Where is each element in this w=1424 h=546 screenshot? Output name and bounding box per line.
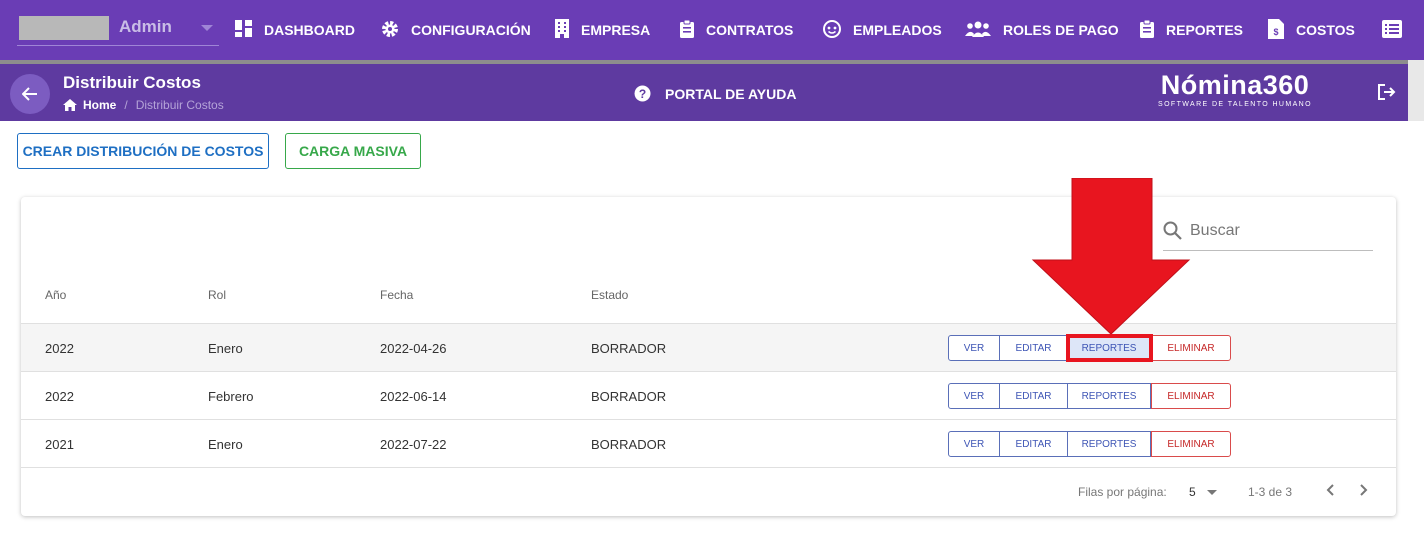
logout-button[interactable]	[1378, 84, 1396, 105]
breadcrumb-current: Distribuir Costos	[135, 98, 224, 112]
nav-item-label: CONFIGURACIÓN	[411, 22, 531, 38]
rows-per-page-select[interactable]: 5	[1189, 485, 1196, 499]
search-input[interactable]: Buscar	[1190, 222, 1240, 240]
redacted-username	[19, 16, 109, 40]
annotation-arrow-icon	[1031, 178, 1191, 335]
delete-button[interactable]: ELIMINAR	[1151, 431, 1231, 457]
home-icon	[63, 99, 77, 111]
invoice-icon: $	[1268, 18, 1284, 42]
svg-text:$: $	[1273, 27, 1278, 37]
report-icon	[1140, 19, 1154, 41]
row-actions: VER EDITAR REPORTES ELIMINAR	[948, 383, 1231, 409]
page-header: Distribuir Costos Home / Distribuir Cost…	[0, 64, 1408, 121]
brand-tagline: SOFTWARE DE TALENTO HUMANO	[1158, 101, 1312, 108]
nav-item-empresa[interactable]: EMPRESA	[555, 0, 650, 60]
nav-item-roles-de-pago[interactable]: ROLES DE PAGO	[965, 0, 1119, 60]
nav-more-button[interactable]	[1382, 0, 1402, 60]
nav-item-label: CONTRATOS	[706, 22, 794, 38]
building-icon	[555, 19, 569, 41]
nav-item-configuracion[interactable]: CONFIGURACIÓN	[381, 0, 531, 60]
brand-logo: Nómina360 SOFTWARE DE TALENTO HUMANO	[1158, 70, 1312, 108]
table-footer: Filas por página: 5 1-3 de 3	[21, 467, 1396, 516]
help-icon: ?	[634, 85, 651, 102]
face-icon	[823, 19, 841, 41]
view-button[interactable]: VER	[948, 383, 1000, 409]
group-icon	[965, 21, 991, 40]
cell-role: Febrero	[208, 389, 254, 404]
chevron-down-icon[interactable]	[1207, 490, 1217, 495]
cell-role: Enero	[208, 437, 243, 452]
nav-item-reportes[interactable]: REPORTES	[1140, 0, 1243, 60]
create-cost-distribution-button[interactable]: CREAR DISTRIBUCIÓN DE COSTOS	[17, 133, 269, 169]
svg-text:?: ?	[639, 87, 646, 101]
scrollbar[interactable]	[1408, 60, 1424, 121]
pagination-range: 1-3 de 3	[1248, 485, 1293, 499]
column-header-year[interactable]: Año	[45, 288, 66, 302]
breadcrumb-home[interactable]: Home	[83, 98, 116, 112]
previous-page-button[interactable]	[1326, 483, 1336, 502]
edit-button[interactable]: EDITAR	[1000, 431, 1068, 457]
delete-button[interactable]: ELIMINAR	[1151, 383, 1231, 409]
clipboard-icon	[680, 19, 694, 41]
chevron-left-icon	[1326, 484, 1334, 496]
dashboard-icon	[235, 20, 252, 40]
edit-button[interactable]: EDITAR	[1000, 335, 1068, 361]
help-portal-label: PORTAL DE AYUDA	[665, 85, 797, 102]
delete-button[interactable]: ELIMINAR	[1151, 335, 1231, 361]
edit-button[interactable]: EDITAR	[1000, 383, 1068, 409]
nav-item-contratos[interactable]: CONTRATOS	[680, 0, 793, 60]
cell-role: Enero	[208, 341, 243, 356]
nav-item-costos[interactable]: $ COSTOS	[1268, 0, 1355, 60]
row-actions: VER EDITAR REPORTES ELIMINAR	[948, 431, 1231, 457]
next-page-button[interactable]	[1358, 483, 1368, 502]
breadcrumb-separator: /	[124, 98, 128, 112]
cell-status: BORRADOR	[591, 389, 667, 404]
nav-item-label: DASHBOARD	[264, 22, 355, 38]
top-navigation-bar: Admin DASHBOARD CONFIGURACIÓN EMPRESA CO…	[0, 0, 1424, 62]
nav-item-empleados[interactable]: EMPLEADOS	[823, 0, 942, 60]
reports-button[interactable]: REPORTES	[1068, 383, 1151, 409]
column-header-status[interactable]: Estado	[591, 288, 628, 302]
search-field[interactable]: Buscar	[1163, 211, 1373, 251]
breadcrumb: Home / Distribuir Costos	[63, 98, 224, 112]
nav-item-dashboard[interactable]: DASHBOARD	[235, 0, 355, 60]
user-menu[interactable]: Admin	[17, 12, 219, 46]
user-role: Admin	[119, 17, 172, 36]
view-button[interactable]: VER	[948, 431, 1000, 457]
table-row[interactable]: 2022 Febrero 2022-06-14 BORRADOR VER EDI…	[21, 371, 1396, 419]
rows-per-page-label: Filas por página:	[1078, 485, 1167, 499]
page-title: Distribuir Costos	[63, 73, 201, 92]
column-header-role[interactable]: Rol	[208, 288, 226, 302]
view-button[interactable]: VER	[948, 335, 1000, 361]
cell-date: 2022-04-26	[380, 341, 447, 356]
logout-icon	[1378, 84, 1396, 100]
nav-item-label: ROLES DE PAGO	[1003, 22, 1119, 38]
cell-year: 2022	[45, 389, 74, 404]
cell-status: BORRADOR	[591, 437, 667, 452]
chevron-right-icon	[1360, 484, 1368, 496]
bulk-upload-button[interactable]: CARGA MASIVA	[285, 133, 421, 169]
table-row[interactable]: 2021 Enero 2022-07-22 BORRADOR VER EDITA…	[21, 419, 1396, 467]
annotation-highlight-box	[1066, 334, 1153, 362]
nav-item-label: REPORTES	[1166, 22, 1244, 38]
list-icon	[1382, 19, 1402, 41]
column-header-date[interactable]: Fecha	[380, 288, 413, 302]
nav-item-label: EMPLEADOS	[853, 22, 942, 38]
nav-item-label: COSTOS	[1296, 22, 1355, 38]
help-portal-link[interactable]: ? PORTAL DE AYUDA	[634, 85, 796, 102]
cell-date: 2022-06-14	[380, 389, 447, 404]
arrow-left-icon	[22, 87, 37, 101]
cell-year: 2021	[45, 437, 74, 452]
cell-status: BORRADOR	[591, 341, 667, 356]
gear-icon	[381, 20, 399, 41]
cell-year: 2022	[45, 341, 74, 356]
brand-name: Nómina360	[1160, 70, 1310, 100]
reports-button[interactable]: REPORTES	[1068, 431, 1151, 457]
back-button[interactable]	[10, 74, 50, 114]
chevron-down-icon	[201, 25, 213, 31]
nav-item-label: EMPRESA	[581, 22, 651, 38]
cell-date: 2022-07-22	[380, 437, 447, 452]
